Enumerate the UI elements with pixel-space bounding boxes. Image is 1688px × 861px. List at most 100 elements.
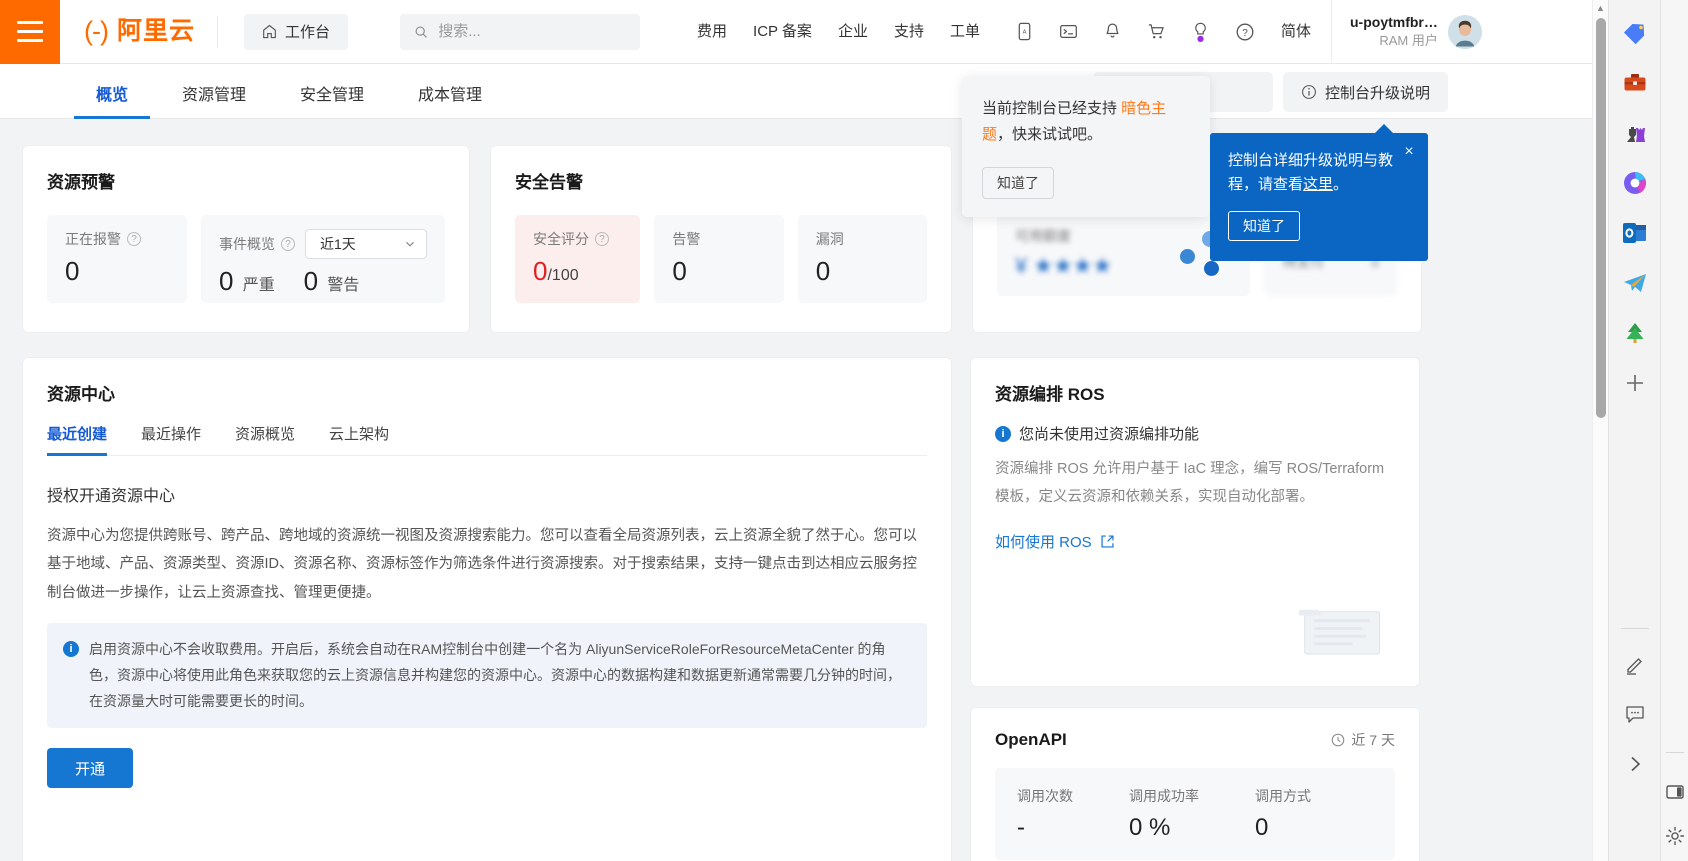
bell-icon[interactable] (1091, 0, 1135, 64)
tab-security-management-label: 安全管理 (300, 87, 365, 104)
event-range-select[interactable]: 近1天 (305, 229, 427, 259)
openapi-metric-success: 调用成功率 0 % (1129, 786, 1199, 842)
subtab-recently-created[interactable]: 最近创建 (47, 423, 108, 456)
ros-description: 资源编排 ROS 允许用户基于 IaC 理念，编写 ROS/Terraform … (995, 461, 1385, 505)
openapi-metric-success-label: 调用成功率 (1129, 788, 1199, 804)
info-icon (1302, 85, 1316, 99)
cart-icon[interactable] (1135, 0, 1179, 64)
header-divider (217, 15, 218, 48)
brand-logo[interactable]: (-) 阿里云 (60, 0, 217, 64)
metric-events-value: 0 严重 0 警告 (219, 267, 427, 296)
tab-resource-management-label: 资源管理 (182, 87, 247, 104)
settings-icon[interactable] (1664, 825, 1686, 847)
openapi-metric-calls-label: 调用次数 (1017, 788, 1073, 804)
ros-howto-label: 如何使用 ROS (995, 534, 1092, 552)
upgrade-note-label: 控制台升级说明 (1324, 84, 1430, 102)
plus-icon[interactable] (1620, 368, 1650, 398)
ros-status: i 您尚未使用过资源编排功能 (995, 423, 1395, 444)
header-icon-buttons: A ? 简体 (1003, 0, 1325, 64)
subtab-cloud-architecture[interactable]: 云上架构 (329, 423, 389, 455)
tab-cost-management[interactable]: 成本管理 (418, 81, 482, 118)
metric-balance-label: 可用额度 (1015, 227, 1071, 244)
openapi-title: OpenAPI (995, 730, 1067, 749)
cloudshell-icon[interactable] (1047, 0, 1091, 64)
workbench-label: 工作台 (285, 24, 331, 41)
tab-resource-management[interactable]: 资源管理 (182, 81, 246, 118)
metric-alarming-label: 正在报警 ? (65, 229, 169, 249)
nav-link-support[interactable]: 支持 (881, 0, 937, 64)
info-icon: i (63, 640, 79, 657)
upgrade-callout-popover: × 控制台详细升级说明与教程，请查看这里。 知道了 (1210, 124, 1428, 261)
resource-center-notice: i 启用资源中心不会收取费用。开启后，系统会自动在RAM控制台中创建一个名为 A… (47, 622, 927, 729)
metric-balance-value: ¥ ★★★★ (1015, 252, 1113, 278)
upgrade-callout-dismiss-button[interactable]: 知道了 (1228, 211, 1300, 241)
close-icon[interactable]: × (1400, 143, 1418, 161)
info-icon: i (995, 425, 1011, 442)
chevron-right-icon[interactable] (1620, 749, 1650, 779)
nav-link-icp[interactable]: ICP 备案 (740, 0, 825, 64)
openapi-range[interactable]: 近 7 天 (1331, 730, 1395, 750)
scroll-up-arrow[interactable]: ▲ (1593, 0, 1608, 16)
hamburger-menu-icon[interactable] (0, 0, 60, 64)
account-menu[interactable]: u-poytmfbr… RAM 用户 (1331, 0, 1496, 64)
telegram-icon[interactable] (1620, 268, 1650, 298)
help-icon[interactable]: ? (595, 232, 609, 246)
subtab-resource-overview[interactable]: 资源概览 (235, 423, 295, 455)
tab-overview[interactable]: 概览 (73, 81, 151, 119)
scrollbar-thumb[interactable] (1596, 18, 1606, 418)
help-icon[interactable]: ? (1223, 0, 1267, 64)
popover-theme-before: 当前控制台已经支持 (982, 100, 1122, 117)
svg-text:?: ? (1242, 28, 1248, 39)
tag-icon[interactable] (1620, 18, 1650, 48)
language-switcher[interactable]: 简体 (1267, 0, 1325, 64)
dark-theme-dismiss-button[interactable]: 知道了 (982, 166, 1054, 199)
right-app-rail (1608, 0, 1660, 861)
console-tab-strip: 概览 资源管理 安全管理 成本管理 控制台升级说明 (0, 64, 1608, 119)
search-box[interactable] (400, 13, 641, 50)
metric-vuln-count: 漏洞 0 (797, 215, 927, 303)
pencil-icon[interactable] (1620, 649, 1650, 679)
help-icon[interactable]: ? (127, 232, 141, 246)
app-icon[interactable]: A (1003, 0, 1047, 64)
upgrade-note-button[interactable]: 控制台升级说明 (1282, 72, 1448, 112)
avatar[interactable] (1447, 14, 1482, 49)
warning-count: 0 (303, 266, 319, 296)
nav-link-fees[interactable]: 费用 (684, 0, 740, 64)
briefcase-icon[interactable] (1620, 68, 1650, 98)
metric-events: 事件概览 ? 近1天 0 严重 0 警告 (201, 215, 445, 303)
metric-alarm-label: 告警 (672, 231, 701, 247)
microsoft365-icon[interactable] (1620, 168, 1650, 198)
right-system-rail (1660, 0, 1688, 861)
ros-title: 资源编排 ROS (995, 385, 1105, 404)
openapi-header: OpenAPI 近 7 天 (995, 730, 1395, 750)
popover-theme-after: ，快来试试吧。 (997, 126, 1103, 144)
search-input[interactable] (438, 23, 627, 40)
tab-cost-management-label: 成本管理 (418, 87, 483, 104)
page-scrollbar[interactable]: ▲ (1592, 0, 1608, 861)
nav-link-enterprise[interactable]: 企业 (825, 0, 881, 64)
svg-text:A: A (1023, 29, 1027, 35)
home-icon (263, 24, 276, 39)
enable-resource-center-button[interactable]: 开通 (47, 748, 134, 789)
tab-security-management[interactable]: 安全管理 (300, 81, 364, 118)
tree-icon[interactable] (1620, 318, 1650, 348)
panel-icon[interactable] (1664, 781, 1686, 803)
comment-icon[interactable] (1620, 699, 1650, 729)
chess-icon[interactable] (1620, 118, 1650, 148)
resource-center-section-heading: 授权开通资源中心 (47, 488, 176, 505)
openapi-metrics: 调用次数 - 调用成功率 0 % 调用方式 0 (995, 768, 1395, 860)
workbench-button[interactable]: 工作台 (244, 13, 349, 50)
outlook-icon[interactable] (1620, 218, 1650, 248)
account-role: RAM 用户 (1379, 33, 1438, 49)
help-icon[interactable]: ? (281, 237, 295, 251)
nav-link-tickets[interactable]: 工单 (937, 0, 993, 64)
metric-security-score-value: 0/100 (533, 257, 622, 286)
metric-vuln-label: 漏洞 (815, 231, 844, 247)
openapi-metric-method-value: 0 (1255, 814, 1269, 841)
subtab-recent-operations[interactable]: 最近操作 (141, 423, 201, 455)
severe-count: 0 (219, 266, 234, 296)
severe-label: 严重 (242, 277, 275, 294)
bulb-icon[interactable] (1179, 0, 1223, 64)
ros-howto-link[interactable]: 如何使用 ROS (995, 531, 1115, 552)
callout-link[interactable]: 这里 (1303, 176, 1333, 193)
